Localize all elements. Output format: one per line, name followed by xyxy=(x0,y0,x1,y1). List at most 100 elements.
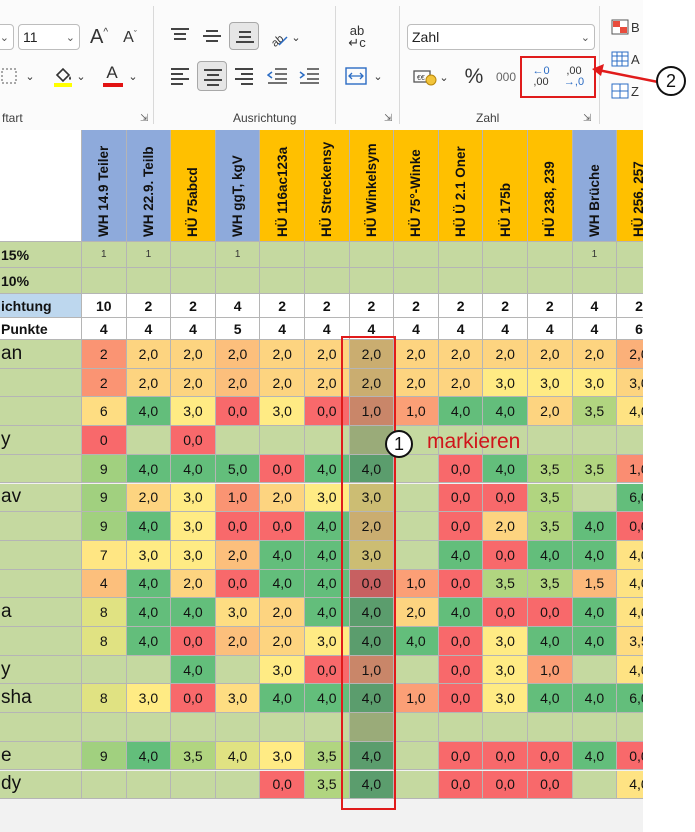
row-label-cell[interactable]: Punkte xyxy=(0,318,82,340)
score-cell[interactable]: 4,0 xyxy=(126,397,172,427)
column-header-cell[interactable]: HÜ Winkelsym xyxy=(349,130,395,242)
score-cell[interactable]: 0,0 xyxy=(483,770,528,800)
score-cell[interactable] xyxy=(528,713,573,742)
score-cell[interactable]: 3,0 xyxy=(260,741,305,771)
info-cell[interactable] xyxy=(483,242,528,268)
score-cell[interactable]: 6,0 xyxy=(617,684,643,714)
score-cell[interactable] xyxy=(215,426,261,455)
score-cell[interactable] xyxy=(215,713,261,742)
score-cell[interactable] xyxy=(82,713,127,742)
column-header-cell[interactable]: HÜ Ü 2.1 Oner xyxy=(438,130,484,242)
score-cell[interactable]: 1,0 xyxy=(215,483,261,513)
grow-font-button[interactable]: A ^ xyxy=(86,24,112,50)
score-cell[interactable]: 4 xyxy=(82,569,127,599)
score-cell[interactable]: 4,0 xyxy=(617,655,643,685)
score-cell[interactable]: 3,0 xyxy=(126,540,172,570)
score-cell[interactable] xyxy=(394,655,439,685)
score-cell[interactable]: 4,0 xyxy=(617,598,643,627)
score-cell[interactable]: 0,0 xyxy=(483,483,528,513)
student-name-cell[interactable]: e xyxy=(0,741,82,771)
score-cell[interactable]: 0,0 xyxy=(483,741,528,771)
score-cell[interactable]: 0,0 xyxy=(438,627,484,656)
info-cell[interactable]: 2 xyxy=(528,294,573,318)
font-dialog-launcher-icon[interactable]: ⇲ xyxy=(140,113,148,124)
score-cell[interactable]: 3,0 xyxy=(126,684,172,714)
student-name-cell[interactable] xyxy=(0,397,82,427)
score-cell[interactable]: 8 xyxy=(82,684,127,714)
row-label-cell[interactable]: 15% xyxy=(0,242,82,268)
score-cell[interactable]: 4,0 xyxy=(572,540,618,570)
info-cell[interactable] xyxy=(617,268,643,294)
score-cell[interactable]: 3,5 xyxy=(528,483,573,513)
score-cell[interactable]: 2,0 xyxy=(483,340,528,369)
align-middle-button[interactable] xyxy=(203,30,221,44)
info-cell[interactable]: 2 xyxy=(617,294,643,318)
score-cell[interactable]: 4,0 xyxy=(126,569,172,599)
score-cell[interactable]: 4,0 xyxy=(617,770,643,800)
score-cell[interactable]: 3,5 xyxy=(528,454,573,484)
score-cell[interactable]: 0,0 xyxy=(483,540,528,570)
column-header-cell[interactable]: WH Brüche xyxy=(572,130,618,242)
score-cell[interactable]: 0,0 xyxy=(171,426,216,455)
alignment-dialog-launcher-icon[interactable]: ⇲ xyxy=(384,113,392,124)
align-center-button[interactable] xyxy=(197,61,227,91)
conditional-formatting-button[interactable]: B xyxy=(611,16,643,38)
score-cell[interactable]: 3,0 xyxy=(171,512,216,541)
score-cell[interactable] xyxy=(82,770,127,800)
score-cell[interactable]: 3,0 xyxy=(260,655,305,685)
score-cell[interactable] xyxy=(483,713,528,742)
student-name-cell[interactable] xyxy=(0,512,82,541)
score-cell[interactable]: 2,0 xyxy=(215,540,261,570)
score-cell[interactable] xyxy=(126,426,172,455)
score-cell[interactable]: 4,0 xyxy=(171,454,216,484)
score-cell[interactable] xyxy=(572,655,618,685)
score-cell[interactable]: 1,0 xyxy=(617,454,643,484)
score-cell[interactable]: 4,0 xyxy=(438,598,484,627)
score-cell[interactable]: 2 xyxy=(82,368,127,398)
align-left-button[interactable] xyxy=(171,68,189,85)
score-cell[interactable]: 2,0 xyxy=(260,340,305,369)
font-size-combo[interactable]: 11 ⌄ xyxy=(18,24,80,50)
score-cell[interactable]: 4,0 xyxy=(126,512,172,541)
score-cell[interactable]: 0,0 xyxy=(483,598,528,627)
info-cell[interactable]: 2 xyxy=(483,294,528,318)
score-cell[interactable]: 2,0 xyxy=(528,340,573,369)
info-cell[interactable] xyxy=(483,268,528,294)
score-cell[interactable]: 0,0 xyxy=(215,512,261,541)
info-cell[interactable]: 2 xyxy=(394,294,439,318)
info-cell[interactable]: 4 xyxy=(483,318,528,340)
score-cell[interactable]: 3,5 xyxy=(483,569,528,599)
score-cell[interactable]: 0,0 xyxy=(528,598,573,627)
percent-style-button[interactable]: % xyxy=(462,64,486,90)
info-cell[interactable]: 1 xyxy=(572,242,618,268)
info-cell[interactable] xyxy=(394,242,439,268)
score-cell[interactable]: 4,0 xyxy=(483,397,528,427)
info-cell[interactable]: 1 xyxy=(82,242,127,268)
info-cell[interactable]: 4 xyxy=(82,318,127,340)
score-cell[interactable]: 1,0 xyxy=(394,397,439,427)
shrink-font-button[interactable]: Aˇ xyxy=(118,26,142,50)
score-cell[interactable]: 6 xyxy=(82,397,127,427)
score-cell[interactable] xyxy=(528,426,573,455)
row-label-cell[interactable]: 10% xyxy=(0,268,82,294)
score-cell[interactable]: 0,0 xyxy=(260,770,305,800)
score-cell[interactable]: 3,0 xyxy=(171,483,216,513)
info-cell[interactable] xyxy=(349,242,395,268)
student-name-cell[interactable]: a xyxy=(0,598,82,627)
font-name-combo[interactable]: ⌄ xyxy=(0,24,14,50)
score-cell[interactable] xyxy=(126,770,172,800)
comma-style-button[interactable]: 000 xyxy=(494,64,518,90)
score-cell[interactable]: 3,0 xyxy=(483,627,528,656)
score-cell[interactable]: 3,0 xyxy=(171,397,216,427)
score-cell[interactable]: 2,0 xyxy=(126,368,172,398)
score-cell[interactable]: 4,0 xyxy=(483,454,528,484)
info-cell[interactable] xyxy=(260,268,305,294)
align-top-button[interactable] xyxy=(171,28,189,42)
score-cell[interactable]: 3,0 xyxy=(617,368,643,398)
score-cell[interactable]: 3,0 xyxy=(572,368,618,398)
orientation-button[interactable]: ab ⌄ xyxy=(264,24,304,50)
info-cell[interactable]: 4 xyxy=(572,294,618,318)
score-cell[interactable]: 8 xyxy=(82,627,127,656)
info-cell[interactable]: 5 xyxy=(215,318,261,340)
info-cell[interactable] xyxy=(528,268,573,294)
